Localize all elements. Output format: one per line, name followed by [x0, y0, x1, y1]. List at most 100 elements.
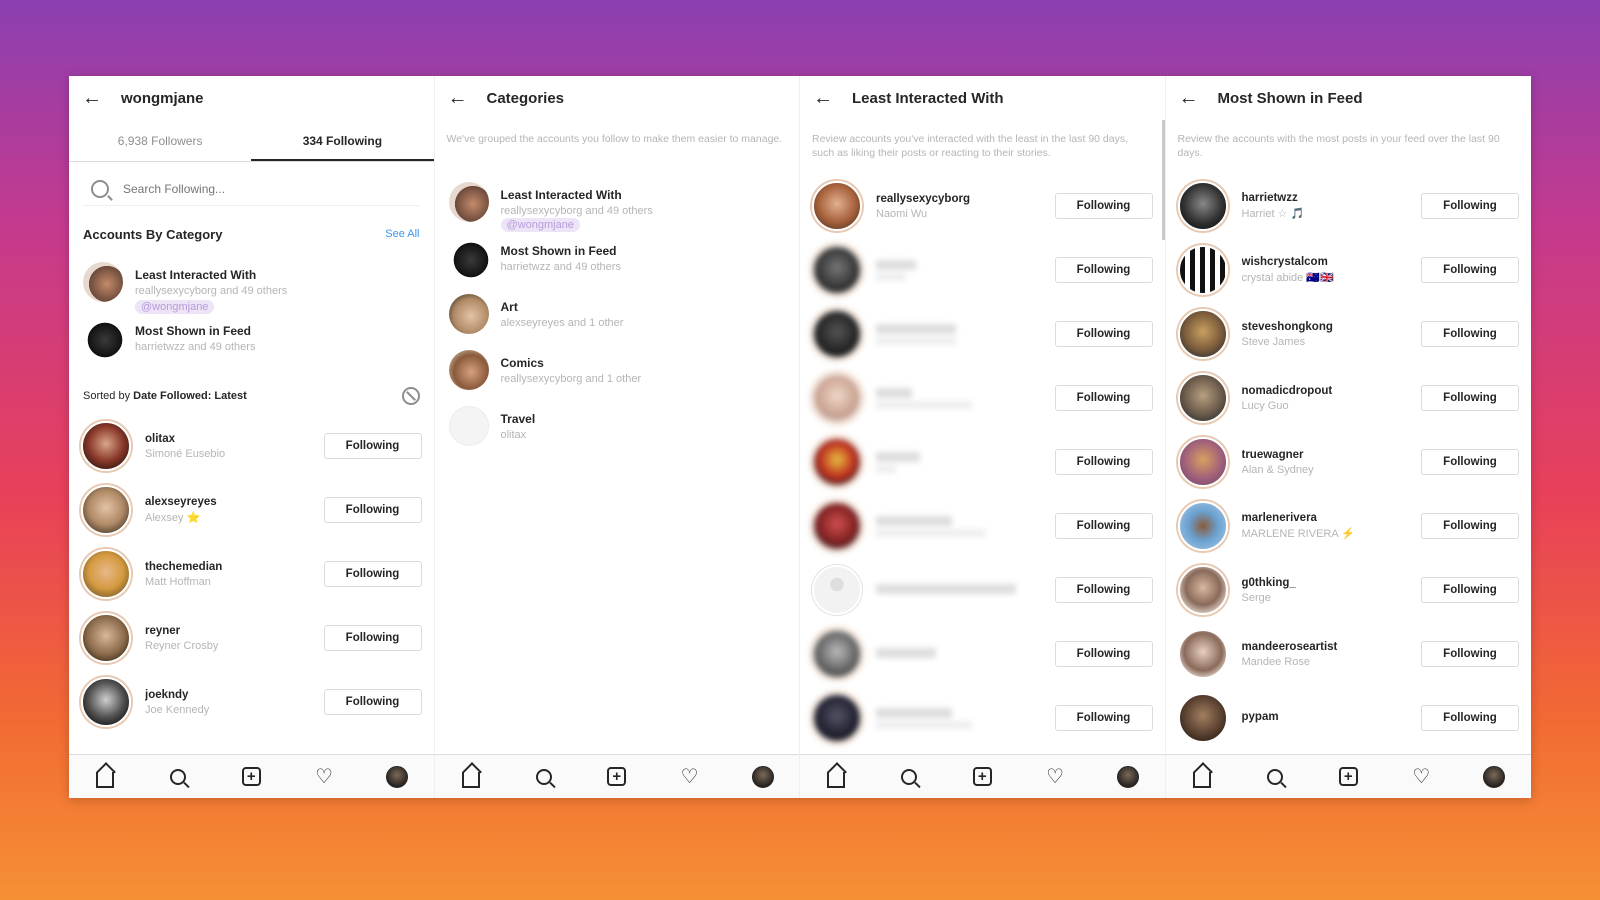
avatar[interactable] [1177, 629, 1228, 679]
list-item[interactable]: nomadicdropout Lucy Guo Following [1166, 366, 1532, 430]
category-travel[interactable]: Travel olitax [435, 398, 800, 454]
list-item[interactable]: truewagner Alan & Sydney Following [1166, 430, 1532, 494]
home-icon[interactable] [1191, 766, 1213, 788]
search-icon[interactable] [167, 766, 189, 788]
username[interactable] [876, 647, 936, 658]
back-arrow-icon[interactable]: ← [81, 87, 103, 109]
category-least-interacted[interactable]: Least Interacted With reallysexycyborg a… [69, 254, 434, 314]
following-button[interactable]: Following [1421, 513, 1519, 539]
home-icon[interactable] [825, 766, 847, 788]
following-button[interactable]: Following [1054, 449, 1153, 475]
profile-icon[interactable] [751, 765, 774, 788]
avatar[interactable] [1177, 565, 1228, 615]
home-icon[interactable] [94, 766, 116, 788]
category-most-shown[interactable]: Most Shown in Feed harrietwzz and 49 oth… [435, 230, 800, 286]
avatar[interactable] [1177, 245, 1228, 295]
profile-icon[interactable] [1117, 765, 1139, 788]
username[interactable]: g0thking_ [1242, 577, 1422, 589]
add-post-icon[interactable]: + [606, 766, 628, 788]
back-arrow-icon[interactable]: ← [1178, 87, 1200, 109]
list-item[interactable]: Following [800, 494, 1165, 558]
username[interactable]: thechemedian [145, 561, 324, 573]
sort-toggle-icon[interactable] [401, 387, 420, 405]
profile-icon[interactable] [386, 765, 408, 788]
avatar[interactable] [1177, 181, 1228, 231]
username[interactable]: olitax [145, 433, 324, 445]
username[interactable] [876, 451, 920, 462]
list-item[interactable]: Following [800, 366, 1165, 430]
username[interactable]: joekndy [145, 689, 324, 701]
list-item[interactable]: harrietwzz Harriet ☆ 🎵 Following [1166, 174, 1532, 238]
avatar[interactable] [812, 501, 862, 551]
list-item[interactable]: g0thking_ Serge Following [1166, 558, 1532, 622]
following-button[interactable]: Following [1421, 257, 1519, 283]
add-post-icon[interactable]: + [971, 766, 993, 788]
list-item[interactable]: Following [800, 302, 1165, 366]
search-icon[interactable] [898, 766, 920, 788]
tab-following[interactable]: 334 Following [251, 120, 434, 161]
username[interactable]: harrietwzz [1242, 192, 1422, 204]
back-arrow-icon[interactable]: ← [812, 87, 834, 109]
category-art[interactable]: Art alexseyreyes and 1 other [435, 286, 800, 342]
following-button[interactable]: Following [323, 689, 422, 715]
following-button[interactable]: Following [1054, 577, 1153, 603]
following-button[interactable]: Following [323, 497, 422, 523]
list-item[interactable]: thechemedian Matt Hoffman Following [69, 542, 434, 606]
avatar[interactable] [812, 373, 862, 423]
following-button[interactable]: Following [1421, 449, 1519, 475]
username[interactable]: nomadicdropout [1242, 385, 1422, 397]
add-post-icon[interactable]: + [240, 766, 262, 788]
list-item[interactable]: steveshongkong Steve James Following [1166, 302, 1532, 366]
avatar[interactable] [1177, 437, 1228, 487]
avatar[interactable] [812, 309, 862, 359]
following-button[interactable]: Following [1421, 641, 1519, 667]
list-item[interactable]: pypam Following [1166, 686, 1532, 750]
category-most-shown[interactable]: Most Shown in Feed harrietwzz and 49 oth… [69, 310, 434, 366]
following-button[interactable]: Following [1054, 257, 1153, 283]
username[interactable]: reallysexycyborg [876, 193, 1055, 205]
avatar[interactable] [1177, 309, 1228, 359]
following-button[interactable]: Following [1421, 193, 1519, 219]
username[interactable]: reyner [145, 625, 324, 637]
heart-icon[interactable]: ♡ [313, 766, 335, 788]
username[interactable]: truewagner [1242, 449, 1422, 461]
scrollbar[interactable] [1161, 120, 1165, 240]
sort-label[interactable]: Sorted by Date Followed: Latest [83, 390, 247, 402]
following-button[interactable]: Following [323, 625, 422, 651]
following-button[interactable]: Following [1054, 385, 1153, 411]
following-button[interactable]: Following [1054, 641, 1153, 667]
list-item[interactable]: reyner Reyner Crosby Following [69, 606, 434, 670]
username[interactable]: wishcrystalcom [1242, 256, 1422, 268]
username[interactable] [876, 583, 1016, 594]
heart-icon[interactable]: ♡ [1410, 766, 1432, 788]
profile-icon[interactable] [1483, 765, 1506, 788]
following-button[interactable]: Following [1054, 513, 1153, 539]
username[interactable] [876, 707, 952, 718]
list-item[interactable]: olitax Simoné Eusebio Following [69, 414, 434, 478]
avatar[interactable] [812, 181, 862, 231]
list-item[interactable]: Following [800, 238, 1165, 302]
avatar[interactable] [81, 549, 131, 599]
search-input[interactable] [123, 181, 363, 196]
avatar[interactable] [1177, 373, 1228, 423]
following-button[interactable]: Following [323, 433, 422, 459]
username[interactable]: alexseyreyes [145, 496, 324, 508]
avatar[interactable] [812, 245, 862, 295]
list-item[interactable]: Following [800, 686, 1165, 750]
avatar[interactable] [812, 437, 862, 487]
list-item[interactable]: wishcrystalcom crystal abide 🇦🇺🇬🇧 Follow… [1166, 238, 1532, 302]
add-post-icon[interactable]: + [1337, 766, 1359, 788]
username[interactable] [876, 515, 952, 526]
avatar[interactable] [81, 677, 131, 727]
following-button[interactable]: Following [1421, 321, 1519, 347]
avatar-placeholder[interactable] [812, 565, 862, 615]
see-all-link[interactable]: See All [385, 228, 419, 240]
avatar[interactable] [812, 693, 862, 743]
search-icon[interactable] [533, 766, 555, 788]
following-button[interactable]: Following [1054, 705, 1153, 731]
list-item[interactable]: Following [800, 622, 1165, 686]
list-item[interactable]: joekndy Joe Kennedy Following [69, 670, 434, 734]
username[interactable]: mandeeroseartist [1242, 641, 1422, 653]
avatar[interactable] [81, 421, 131, 471]
category-least-interacted[interactable]: Least Interacted With reallysexycyborg a… [435, 174, 800, 232]
